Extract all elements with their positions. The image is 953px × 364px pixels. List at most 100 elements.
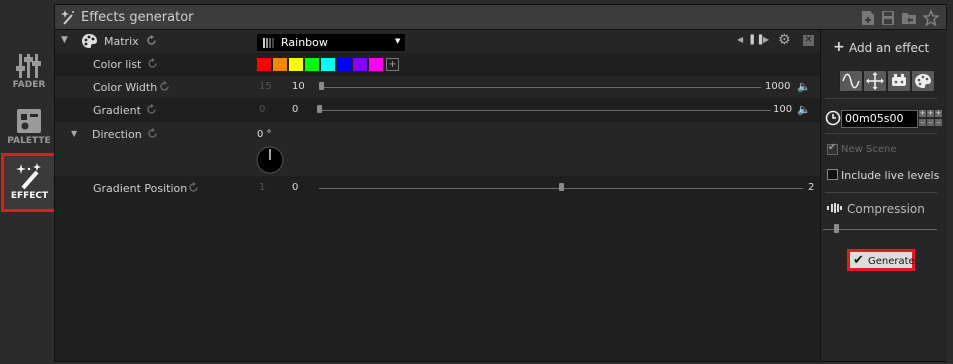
slider-track[interactable] bbox=[319, 110, 771, 111]
reset-icon[interactable] bbox=[146, 104, 157, 118]
palette-label: PALETTE bbox=[7, 136, 51, 146]
pixel-map-effect-button[interactable] bbox=[887, 70, 911, 92]
collapse-arrow-icon[interactable]: ▼ bbox=[71, 129, 77, 138]
reset-icon[interactable] bbox=[147, 58, 158, 72]
generate-button[interactable]: ✔ Generate bbox=[847, 249, 915, 271]
effect-label: EFFECT bbox=[10, 191, 49, 201]
reset-icon[interactable] bbox=[159, 81, 170, 95]
fader-label: FADER bbox=[12, 80, 46, 90]
param-label: Gradient bbox=[93, 104, 141, 117]
color-list-row: Color list + bbox=[55, 53, 820, 75]
max-value: 2 bbox=[808, 182, 815, 193]
max-value: 100 bbox=[773, 104, 793, 115]
effect-params-panel: ▼ Matrix Rainbow ▼ ◀ ❚❚ ▶ ⚙ ✕ Color list bbox=[55, 30, 820, 361]
include-live-checkbox[interactable] bbox=[827, 169, 838, 180]
duration-input[interactable]: 00m05s00 bbox=[841, 110, 918, 128]
color-swatch[interactable] bbox=[337, 58, 351, 71]
effect-header-row: ▼ Matrix Rainbow ▼ ◀ ❚❚ ▶ ⚙ ✕ bbox=[55, 30, 820, 53]
effect-button[interactable]: EFFECT bbox=[1, 153, 58, 212]
new-scene-label: New Scene bbox=[841, 144, 897, 155]
compression-track[interactable] bbox=[823, 229, 937, 230]
new-scene-checkbox[interactable]: ✔ bbox=[827, 142, 838, 155]
compression-thumb[interactable] bbox=[834, 224, 840, 233]
reset-icon[interactable] bbox=[147, 128, 158, 142]
palette-button[interactable]: PALETTE bbox=[4, 106, 54, 146]
compression-icon bbox=[827, 203, 842, 213]
color-swatch[interactable] bbox=[273, 58, 287, 71]
divider bbox=[825, 133, 937, 134]
sine-effect-button[interactable] bbox=[839, 70, 863, 92]
move-cross-icon bbox=[866, 72, 884, 90]
speaker-icon[interactable]: 🔈 bbox=[797, 80, 811, 93]
titlebar: Effects generator bbox=[55, 5, 946, 30]
max-value: 1000 bbox=[765, 81, 791, 92]
increment-minutes-button[interactable]: + bbox=[919, 110, 926, 117]
compression-label: Compression bbox=[847, 202, 925, 216]
fader-button[interactable]: FADER bbox=[4, 52, 54, 90]
min-value: 0 bbox=[292, 182, 299, 193]
color-swatch[interactable] bbox=[289, 58, 303, 71]
increment-frames-button[interactable]: + bbox=[935, 110, 942, 117]
color-effect-button[interactable] bbox=[911, 70, 935, 92]
next-arrow-icon[interactable]: ▶ bbox=[763, 35, 769, 44]
preset-dropdown[interactable]: Rainbow ▼ bbox=[257, 34, 405, 51]
slider-thumb[interactable] bbox=[319, 82, 324, 90]
color-swatch[interactable] bbox=[305, 58, 319, 71]
color-swatch[interactable] bbox=[369, 58, 383, 71]
slider-thumb[interactable] bbox=[559, 183, 564, 191]
open-folder-icon[interactable] bbox=[901, 10, 917, 26]
param-label: Gradient Position bbox=[93, 182, 188, 195]
effects-generator-window: Effects generator ▼ Matrix Rainbow ▼ ◀ ❚… bbox=[54, 4, 947, 362]
magic-wand-icon bbox=[61, 10, 74, 25]
speaker-icon[interactable]: 🔈 bbox=[797, 103, 811, 116]
gear-icon[interactable]: ⚙ bbox=[778, 32, 791, 48]
magic-wand-icon bbox=[15, 163, 41, 190]
decrement-seconds-button[interactable]: – bbox=[927, 119, 934, 126]
divider bbox=[825, 192, 937, 193]
param-label: Color Width bbox=[93, 81, 158, 94]
color-width-row: Color Width 15 10 1000 🔈 bbox=[55, 76, 820, 98]
default-value: 1 bbox=[259, 182, 266, 193]
preset-value: Rainbow bbox=[281, 36, 328, 49]
reset-icon[interactable] bbox=[146, 35, 157, 49]
decrement-frames-button[interactable]: – bbox=[935, 119, 942, 126]
fader-icon bbox=[16, 54, 41, 78]
min-value: 10 bbox=[292, 81, 305, 92]
right-panel: + Add an effect 00m05s00 + + + – – – ✔ N… bbox=[820, 30, 947, 361]
move-effect-button[interactable] bbox=[863, 70, 887, 92]
pixel-map-icon bbox=[892, 74, 906, 86]
min-value: 0 bbox=[292, 104, 299, 115]
direction-value: 0 ° bbox=[257, 129, 272, 140]
color-swatch[interactable] bbox=[353, 58, 367, 71]
decrement-minutes-button[interactable]: – bbox=[919, 119, 926, 126]
sine-wave-icon bbox=[842, 73, 860, 89]
color-swatch[interactable] bbox=[321, 58, 335, 71]
add-effect-heading: Add an effect bbox=[849, 41, 930, 55]
new-file-icon[interactable] bbox=[861, 10, 875, 26]
divider bbox=[825, 98, 937, 99]
gradient-position-row: Gradient Position 1 0 2 bbox=[55, 177, 820, 199]
direction-dial[interactable] bbox=[255, 145, 285, 175]
add-color-icon[interactable]: + bbox=[386, 58, 399, 71]
palette-icon bbox=[17, 109, 41, 133]
save-icon[interactable] bbox=[881, 10, 895, 26]
slider-thumb[interactable] bbox=[317, 105, 322, 113]
prev-arrow-icon[interactable]: ◀ bbox=[737, 35, 743, 44]
slider-track[interactable] bbox=[321, 87, 761, 88]
duration-stepper[interactable]: + + + – – – bbox=[919, 110, 942, 128]
palette-icon bbox=[82, 34, 97, 48]
increment-seconds-button[interactable]: + bbox=[927, 110, 934, 117]
check-icon: ✔ bbox=[828, 142, 837, 153]
close-icon[interactable]: ✕ bbox=[803, 35, 814, 46]
gradient-row: Gradient 0 0 100 🔈 bbox=[55, 99, 820, 121]
left-rail: FADER PALETTE EFFECT bbox=[0, 0, 58, 364]
star-icon[interactable] bbox=[923, 10, 939, 26]
collapse-arrow-icon[interactable]: ▼ bbox=[61, 35, 68, 45]
param-label: Color list bbox=[93, 58, 142, 71]
direction-row: ▼ Direction 0 ° bbox=[55, 122, 820, 176]
color-swatch[interactable] bbox=[257, 58, 271, 71]
chevron-down-icon: ▼ bbox=[395, 37, 401, 45]
generate-label: Generate bbox=[868, 256, 915, 267]
window-title: Effects generator bbox=[81, 10, 194, 25]
reset-icon[interactable] bbox=[188, 182, 199, 196]
